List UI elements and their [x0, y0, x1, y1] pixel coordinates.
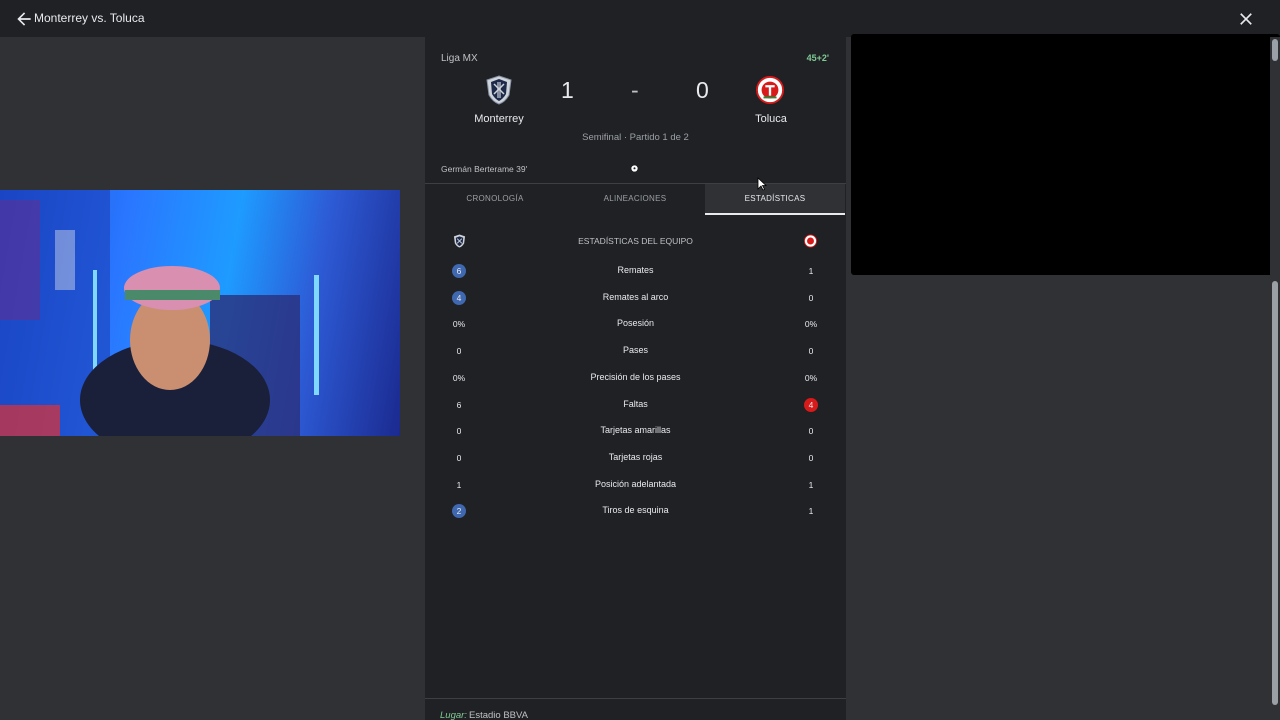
soccer-ball-icon	[631, 165, 638, 172]
stat-away-value: 0	[808, 346, 814, 357]
stat-label: Pases	[622, 345, 648, 356]
close-button[interactable]	[1236, 9, 1256, 29]
stat-row: 0% Posesión 0%	[425, 317, 846, 331]
stat-row: 0% Precisión de los pases 0%	[425, 371, 846, 385]
stat-label: Remates	[617, 265, 654, 275]
tab-estadisticas[interactable]: ESTADÍSTICAS	[705, 184, 845, 215]
mouse-cursor-icon	[757, 177, 767, 191]
stat-label: Tarjetas amarillas	[600, 425, 671, 436]
team-stats-header: ESTADÍSTICAS DEL EQUIPO	[425, 234, 846, 250]
score-separator: -	[631, 77, 639, 103]
match-panel: Liga MX 45+2' Monterrey 1 - 0 Toluca Sem…	[425, 37, 846, 720]
home-score: 1	[561, 77, 574, 103]
stat-row: 4 Remates al arco 0	[425, 290, 846, 305]
stat-away-value: 1	[808, 266, 814, 276]
monterrey-crest-icon[interactable]	[485, 75, 513, 105]
scroll-up-region[interactable]	[1272, 39, 1278, 61]
scrollbar-thumb[interactable]	[1272, 281, 1278, 705]
page-title: Monterrey vs. Toluca	[34, 11, 145, 25]
match-stage-info: Semifinal · Partido 1 de 2	[582, 132, 689, 143]
stat-away-value: 0	[808, 292, 814, 303]
tab-alineaciones[interactable]: ALINEACIONES	[565, 184, 705, 215]
home-team-name[interactable]: Monterrey	[449, 113, 549, 125]
stat-row: 6 Faltas 4	[425, 397, 846, 412]
scrollbar[interactable]	[1270, 37, 1280, 720]
webcam-overlay	[0, 190, 400, 436]
toluca-crest-icon[interactable]	[756, 75, 784, 105]
live-match-time: 45+2'	[806, 53, 829, 63]
stat-row: 1 Posición adelantada 1	[425, 478, 846, 492]
back-button[interactable]	[14, 9, 34, 29]
venue-label: Lugar:	[440, 710, 467, 720]
venue-bar: Lugar: Estadio BBVA	[425, 698, 846, 720]
top-bar: Monterrey vs. Toluca	[0, 0, 1280, 37]
away-score: 0	[696, 77, 709, 103]
stat-row: 6 Remates 1	[425, 264, 846, 278]
match-tabs: CRONOLOGÍA ALINEACIONES ESTADÍSTICAS	[425, 183, 846, 215]
stat-label: Remates al arco	[602, 291, 669, 302]
stat-label: Posición adelantada	[594, 478, 677, 489]
stats-title: ESTADÍSTICAS DEL EQUIPO	[578, 236, 693, 246]
league-name: Liga MX	[441, 53, 478, 64]
tab-cronologia[interactable]: CRONOLOGÍA	[425, 184, 565, 215]
stat-away-value: 0	[808, 426, 814, 437]
stat-row: 2 Tiros de esquina 1	[425, 504, 846, 519]
stat-label: Tiros de esquina	[602, 505, 669, 516]
stat-away-value: 1	[808, 506, 814, 517]
stat-row: 0 Pases 0	[425, 344, 846, 358]
stat-row: 0 Tarjetas rojas 0	[425, 451, 846, 465]
stat-away-value: 4	[804, 397, 818, 412]
stat-away-value: 1	[808, 479, 814, 490]
streamer-image	[0, 190, 319, 436]
stat-label: Tarjetas rojas	[608, 451, 663, 462]
stat-label: Precisión de los pases	[590, 371, 681, 382]
venue-name: Estadio BBVA	[469, 710, 528, 720]
toluca-mini-crest-icon	[804, 234, 817, 248]
away-team-name[interactable]: Toluca	[721, 113, 821, 125]
stat-away-value: 0%	[804, 372, 818, 383]
goal-scorer: Germán Berterame 39'	[441, 164, 528, 174]
arrow-left-icon	[17, 12, 31, 26]
stat-away-value: 0%	[804, 319, 818, 330]
stat-label: Posesión	[616, 318, 655, 329]
close-icon	[1240, 13, 1252, 25]
stat-row: 0 Tarjetas amarillas 0	[425, 424, 846, 438]
video-player[interactable]	[851, 34, 1280, 275]
stat-away-value: 0	[808, 452, 814, 463]
stat-label: Faltas	[623, 398, 648, 409]
